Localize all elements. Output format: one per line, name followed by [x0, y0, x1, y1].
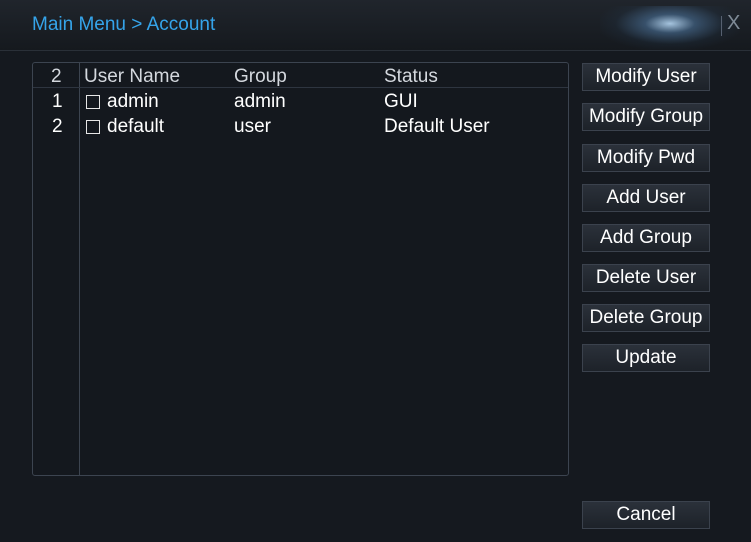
row-status: Default User: [384, 116, 490, 137]
column-header-user-name[interactable]: User Name: [84, 67, 180, 87]
column-divider: [79, 63, 80, 475]
modify-pwd-button[interactable]: Modify Pwd: [582, 144, 710, 172]
dialog-title: Main Menu > Account: [32, 14, 216, 35]
row-user-name: default: [107, 116, 165, 137]
add-user-button[interactable]: Add User: [582, 184, 710, 212]
account-dialog: Main Menu > Account X 2 User Name Group …: [0, 0, 751, 542]
row-group: user: [234, 116, 271, 137]
title-glow: [600, 6, 740, 50]
user-list[interactable]: 2 User Name Group Status 1 admin admin G…: [32, 62, 569, 476]
row-user-name: admin: [107, 91, 159, 112]
row-index: 2: [52, 116, 63, 137]
header-separator: [33, 87, 568, 88]
update-button[interactable]: Update: [582, 344, 710, 372]
row-index: 1: [52, 91, 63, 112]
row-group: admin: [234, 91, 286, 112]
column-header-group[interactable]: Group: [234, 67, 287, 87]
column-header-status[interactable]: Status: [384, 67, 438, 87]
delete-group-button[interactable]: Delete Group: [582, 304, 710, 332]
row-status: GUI: [384, 91, 418, 112]
close-icon[interactable]: X: [727, 12, 740, 34]
add-group-button[interactable]: Add Group: [582, 224, 710, 252]
close-separator: [721, 16, 722, 36]
delete-user-button[interactable]: Delete User: [582, 264, 710, 292]
user-count: 2: [51, 66, 62, 87]
modify-user-button[interactable]: Modify User: [582, 63, 710, 91]
row-checkbox[interactable]: [86, 120, 100, 134]
cancel-button[interactable]: Cancel: [582, 501, 710, 529]
modify-group-button[interactable]: Modify Group: [582, 103, 710, 131]
row-checkbox[interactable]: [86, 95, 100, 109]
title-bar: Main Menu > Account X: [0, 0, 751, 51]
